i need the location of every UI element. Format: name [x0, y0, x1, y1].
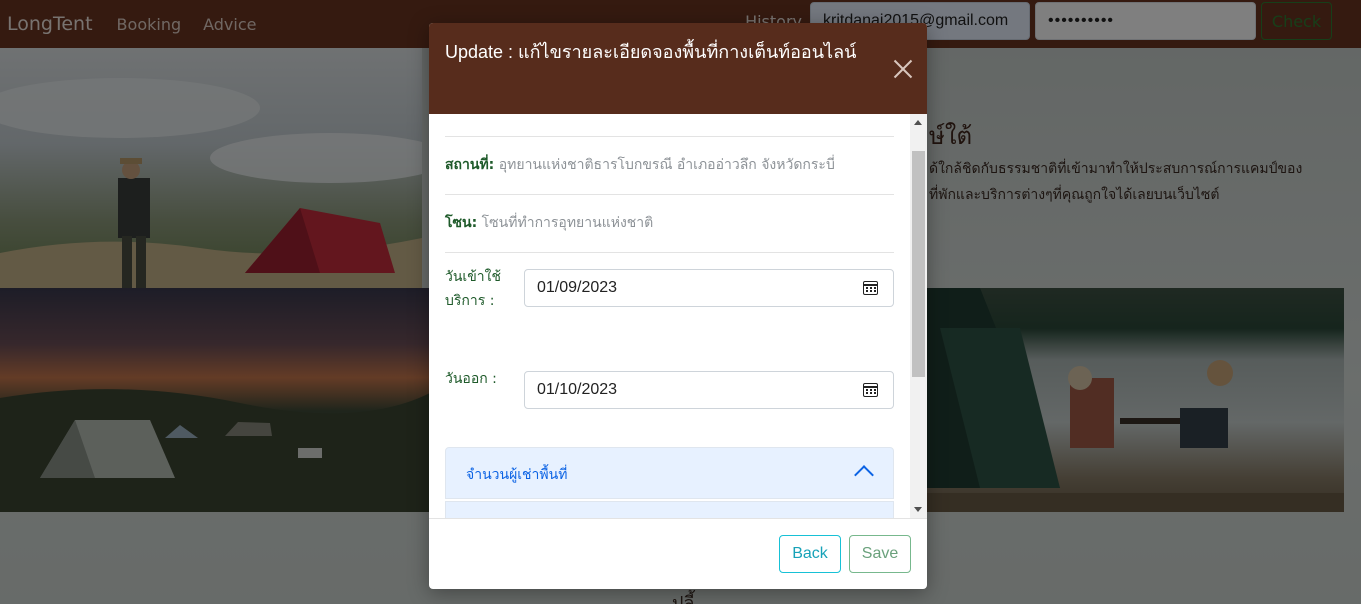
close-icon[interactable]	[893, 59, 913, 79]
accordion-label: จำนวนผู้เช่าพื้นที่	[466, 467, 568, 483]
zone-value: โซนที่ทำการอุทยานแห่งชาติ	[481, 215, 654, 231]
update-booking-modal: Update : แก้ไขรายละเอียดจองพื้นที่กางเต็…	[429, 23, 927, 589]
calendar-icon[interactable]	[863, 383, 878, 397]
scroll-up-arrow-icon[interactable]	[914, 120, 922, 125]
zone-row: โซน: โซนที่ทำการอุทยานแห่งชาติ	[445, 195, 894, 252]
location-value: อุทยานแห่งชาติธารโบกขรณี อำเภออ่าวลึก จั…	[498, 157, 835, 173]
zone-label: โซน:	[445, 215, 478, 231]
checkin-label: วันเข้าใช้บริการ :	[445, 269, 501, 309]
location-label: สถานที่:	[445, 157, 495, 173]
modal-body-content: สถานที่: อุทยานแห่งชาติธารโบกขรณี อำเภออ…	[445, 114, 894, 518]
modal-footer: Back Save	[429, 518, 927, 589]
accordion-next-item[interactable]	[445, 501, 894, 518]
modal-title: Update : แก้ไขรายละเอียดจองพื้นที่กางเต็…	[445, 42, 857, 62]
checkout-row: วันออก : 01/10/2023	[445, 355, 894, 433]
checkin-date-value: 01/09/2023	[537, 279, 618, 296]
save-button[interactable]: Save	[849, 535, 911, 573]
chevron-up-icon[interactable]	[854, 465, 874, 485]
checkout-date-input[interactable]: 01/10/2023	[524, 371, 894, 409]
back-button[interactable]: Back	[779, 535, 841, 573]
renter-count-accordion[interactable]: จำนวนผู้เช่าพื้นที่	[445, 447, 894, 499]
scroll-thumb[interactable]	[912, 151, 925, 377]
scroll-down-arrow-icon[interactable]	[914, 507, 922, 512]
checkout-label: วันออก :	[445, 371, 497, 387]
checkout-date-value: 01/10/2023	[537, 381, 618, 398]
location-row: สถานที่: อุทยานแห่งชาติธารโบกขรณี อำเภออ…	[445, 137, 894, 194]
modal-header: Update : แก้ไขรายละเอียดจองพื้นที่กางเต็…	[429, 23, 927, 114]
checkin-date-input[interactable]: 01/09/2023	[524, 269, 894, 307]
calendar-icon[interactable]	[863, 281, 878, 295]
modal-body[interactable]: สถานที่: อุทยานแห่งชาติธารโบกขรณี อำเภออ…	[429, 114, 927, 518]
checkin-row: วันเข้าใช้บริการ : 01/09/2023	[445, 253, 894, 355]
modal-scrollbar[interactable]	[910, 114, 927, 518]
